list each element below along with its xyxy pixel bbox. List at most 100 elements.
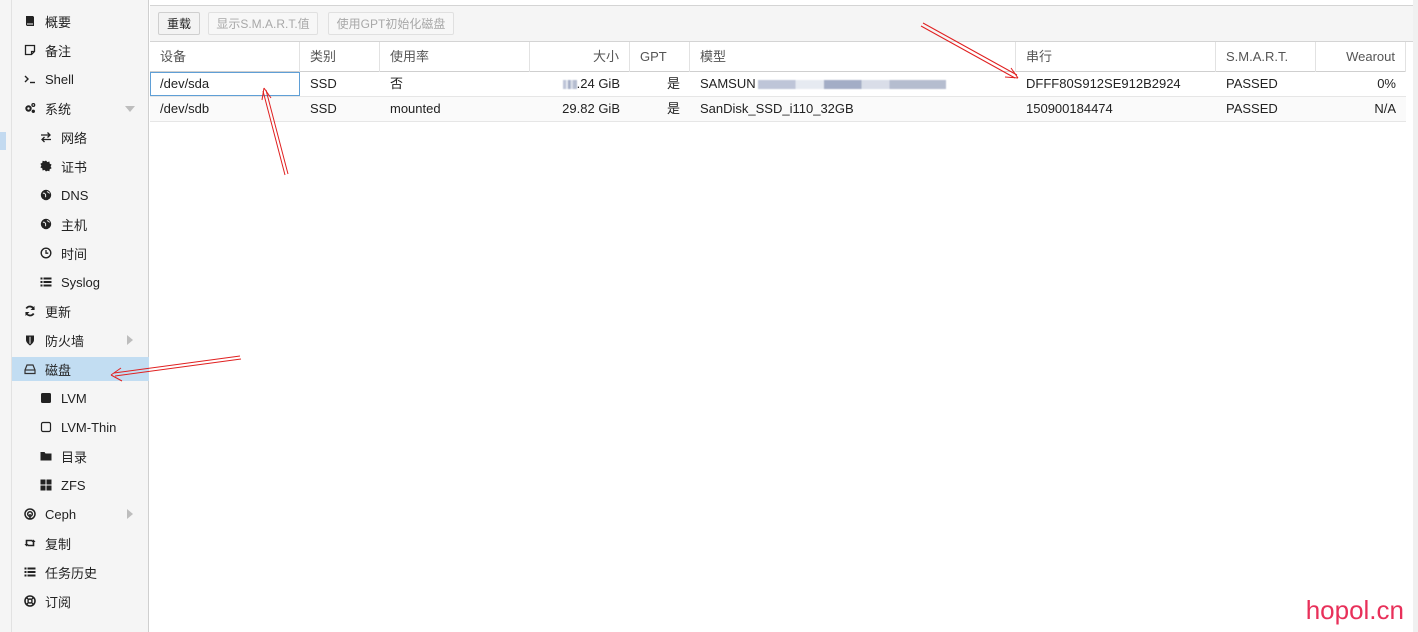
sidebar-item-lvm[interactable]: LVM xyxy=(12,386,149,410)
sidebar-item-certificates[interactable]: 证书 xyxy=(12,154,149,178)
cell-model: SAMSUN xyxy=(690,72,1016,96)
cell-device[interactable]: /dev/sdb xyxy=(150,97,300,121)
cell-smart: PASSED xyxy=(1226,76,1278,91)
sidebar-item-label: 时间 xyxy=(61,246,88,262)
sidebar-item-notes[interactable]: 备注 xyxy=(12,38,149,62)
sidebar-item-label: 更新 xyxy=(45,304,72,320)
cell-device[interactable]: /dev/sda xyxy=(150,72,300,96)
clock-icon xyxy=(39,246,53,260)
sidebar-item-label: 概要 xyxy=(45,14,72,30)
exchange-icon xyxy=(39,130,53,144)
cell-smart: PASSED xyxy=(1226,101,1278,116)
list-icon xyxy=(23,565,37,579)
cogs-icon xyxy=(23,101,37,115)
column-header-size[interactable]: 大小 xyxy=(530,42,630,72)
sidebar-item-syslog[interactable]: Syslog xyxy=(12,270,149,294)
cell-wearout: N/A xyxy=(1374,101,1396,116)
sidebar-item-label: 订阅 xyxy=(45,594,72,610)
sidebar-item-label: 备注 xyxy=(45,43,72,59)
sidebar-item-label: 防火墙 xyxy=(45,333,85,349)
chevron-right-icon[interactable] xyxy=(127,335,133,345)
column-header-wearout[interactable]: Wearout xyxy=(1316,42,1406,72)
sidebar-item-label: ZFS xyxy=(61,477,86,493)
sidebar-item-subscription[interactable]: 订阅 xyxy=(12,589,149,613)
chevron-right-icon[interactable] xyxy=(127,509,133,519)
sidebar-item-label: Shell xyxy=(45,71,74,87)
sidebar-item-task-history[interactable]: 任务历史 xyxy=(12,560,149,584)
shield-icon xyxy=(23,333,37,347)
left-edge-panel xyxy=(0,0,12,632)
cell-size: 29.82 GiB xyxy=(562,101,620,116)
square-outline-icon xyxy=(39,420,53,434)
folder-icon xyxy=(39,449,53,463)
sidebar-item-label: LVM xyxy=(61,390,87,406)
grid-icon xyxy=(39,478,53,492)
sidebar-item-label: 任务历史 xyxy=(45,565,98,581)
column-header-model[interactable]: 模型 xyxy=(690,42,1016,72)
reload-button[interactable]: 重载 xyxy=(158,12,200,35)
sidebar-item-dns[interactable]: DNS xyxy=(12,183,149,207)
cell-size: .24 GiB xyxy=(530,72,630,96)
sidebar-item-ceph[interactable]: Ceph xyxy=(12,502,149,526)
show-smart-button[interactable]: 显示S.M.A.R.T.值 xyxy=(208,12,318,35)
sidebar-item-system[interactable]: 系统 xyxy=(12,96,149,120)
sidebar-item-label: Ceph xyxy=(45,506,77,522)
sidebar-item-label: 复制 xyxy=(45,536,72,552)
column-header-type[interactable]: 类别 xyxy=(300,42,380,72)
toolbar: 重载 显示S.M.A.R.T.值 使用GPT初始化磁盘 xyxy=(150,5,1413,42)
cell-serial: 150900184474 xyxy=(1026,101,1113,116)
ceph-icon xyxy=(23,507,37,521)
redacted-blur xyxy=(757,80,946,90)
sidebar-item-label: 目录 xyxy=(61,449,88,465)
sidebar-item-updates[interactable]: 更新 xyxy=(12,299,149,323)
cell-type: SSD xyxy=(310,76,337,91)
cell-model: SanDisk_SSD_i110_32GB xyxy=(700,101,854,116)
sidebar-item-label: Syslog xyxy=(61,274,101,290)
chevron-down-icon[interactable] xyxy=(125,106,135,112)
left-edge-marker xyxy=(0,132,6,150)
sidebar-item-label: 磁盘 xyxy=(45,362,72,378)
retweet-icon xyxy=(23,536,37,550)
column-header-usage[interactable]: 使用率 xyxy=(380,42,530,72)
support-icon xyxy=(23,594,37,608)
column-header-gpt[interactable]: GPT xyxy=(630,42,690,72)
sidebar-item-directory[interactable]: 目录 xyxy=(12,444,149,468)
cell-usage: 否 xyxy=(390,76,404,91)
column-header-device[interactable]: 设备 xyxy=(150,42,300,72)
vertical-scrollbar[interactable] xyxy=(1413,0,1418,632)
sidebar-item-hosts[interactable]: 主机 xyxy=(12,212,149,236)
sidebar-item-zfs[interactable]: ZFS xyxy=(12,473,149,497)
certificate-icon xyxy=(39,159,53,173)
note-icon xyxy=(23,43,37,57)
table-row[interactable]: /dev/sda SSD 否 .24 GiB 是 SAMSUN DFFF80S9… xyxy=(150,72,1406,97)
sidebar-item-label: LVM-Thin xyxy=(61,419,117,435)
cell-usage: mounted xyxy=(390,101,441,116)
sidebar-item-replication[interactable]: 复制 xyxy=(12,531,149,555)
init-gpt-button[interactable]: 使用GPT初始化磁盘 xyxy=(328,12,454,35)
sidebar-item-network[interactable]: 网络 xyxy=(12,125,149,149)
cell-model-text: SAMSUN xyxy=(700,76,756,91)
hdd-icon xyxy=(23,362,37,376)
cell-size-text: .24 GiB xyxy=(576,76,620,91)
list-icon xyxy=(39,275,53,289)
sidebar-item-firewall[interactable]: 防火墙 xyxy=(12,328,149,352)
globe-icon xyxy=(39,217,53,231)
square-icon xyxy=(39,391,53,405)
column-header-serial[interactable]: 串行 xyxy=(1016,42,1216,72)
sidebar-item-summary[interactable]: 概要 xyxy=(12,9,149,33)
sidebar-item-shell[interactable]: Shell xyxy=(12,67,149,91)
sidebar-item-disks[interactable]: 磁盘 xyxy=(12,357,149,381)
sidebar-item-label: 系统 xyxy=(45,101,72,117)
watermark: hopol.cn xyxy=(1305,595,1404,625)
sidebar-item-label: DNS xyxy=(61,187,89,203)
cell-gpt: 是 xyxy=(666,101,680,116)
sidebar-item-time[interactable]: 时间 xyxy=(12,241,149,265)
table-row[interactable]: /dev/sdb SSD mounted 29.82 GiB 是 SanDisk… xyxy=(150,97,1406,122)
column-header-smart[interactable]: S.M.A.R.T. xyxy=(1216,42,1316,72)
cell-type: SSD xyxy=(310,101,337,116)
sidebar-item-lvm-thin[interactable]: LVM-Thin xyxy=(12,415,149,439)
redacted-blur xyxy=(562,80,577,90)
sidebar-item-label: 网络 xyxy=(61,130,88,146)
cell-gpt: 是 xyxy=(666,76,680,91)
sidebar: 概要 备注 Shell 系统 网络 证书 DNS 主机 时间 Syslog 更新 xyxy=(12,0,149,632)
